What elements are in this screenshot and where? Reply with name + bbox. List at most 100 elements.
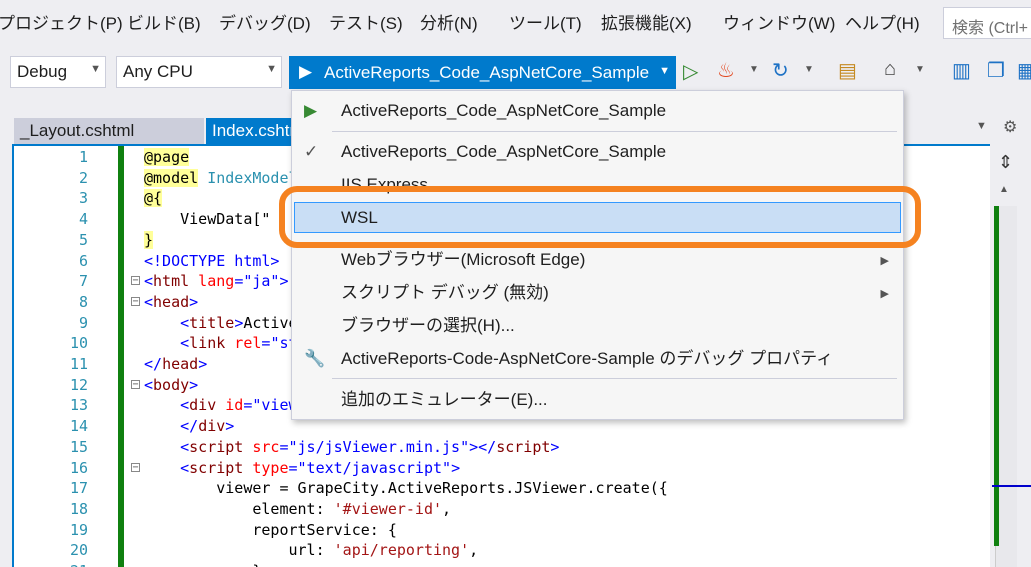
menu-window[interactable]: ウィンドウ(W) [723,13,835,35]
scroll-change-marker [994,206,999,546]
menu-analyze[interactable]: 分析(N) [420,13,478,35]
dropdown-item-debug-properties[interactable]: 🔧 ActiveReports-Code-AspNetCore-Sample の… [292,344,903,374]
hot-reload-icon[interactable]: ♨ [717,58,735,83]
chevron-down-icon: ▼ [90,63,101,75]
dropdown-item-label: ActiveReports-Code-AspNetCore-Sample のデバ… [341,349,834,368]
menu-project[interactable]: プロジェクト(P) [0,13,123,35]
dropdown-item-script-debugging[interactable]: スクリプト デバッグ (無効) ▶ [292,278,903,308]
dropdown-item-browse-with[interactable]: ブラウザーの選択(H)... [292,311,903,341]
menu-tools[interactable]: ツール(T) [509,13,582,35]
fold-toggle-icon[interactable]: − [131,296,140,306]
code-token: element: [144,499,334,518]
line-number: 17 [69,479,88,498]
play-outline-icon[interactable]: ▷ [683,59,698,84]
refresh-icon[interactable]: ↻ [772,58,789,83]
code-token: < [144,458,190,477]
code-token: > [189,375,199,394]
line-number: 9 [78,313,88,332]
code-text: <script src="js/jsViewer.min.js"></scrip… [144,437,559,457]
chevron-down-icon[interactable]: ▼ [804,64,814,75]
code-token: '#viewer-id' [333,499,443,518]
code-text: reportService: { [144,520,397,540]
code-line[interactable]: 16 − <script type="text/javascript"> [14,458,990,478]
dropdown-item-run-project[interactable]: ▶ ActiveReports_Code_AspNetCore_Sample [292,96,903,126]
code-token: } [144,562,261,567]
code-token: < [144,375,154,394]
tab-overflow-icon[interactable]: ▼ [976,120,987,132]
menu-extensions[interactable]: 拡張機能(X) [601,13,692,35]
line-number: 6 [78,251,88,270]
line-number: 14 [69,417,88,436]
fold-toggle-icon[interactable]: − [131,379,140,389]
fold-toggle-icon[interactable]: − [131,276,140,286]
gear-icon[interactable]: ⚙ [1003,117,1017,137]
chevron-down-icon[interactable]: ▼ [749,64,759,75]
editor-vertical-scrollbar[interactable]: ⇕ ▲ [990,144,1031,567]
scroll-caret-marker [992,485,1031,487]
play-icon: ▶ [304,101,318,120]
code-token: "text/javascript" [297,458,452,477]
folder-icon[interactable]: ▤ [838,58,857,83]
configuration-value: Debug [17,62,68,81]
code-line[interactable]: 18 element: '#viewer-id', [14,499,990,519]
start-debugging-button[interactable]: ▶ ActiveReports_Code_AspNetCore_Sample ▼ [289,56,676,89]
tab-index-cshtml[interactable]: Index.cshtml [206,118,296,144]
code-line[interactable]: 17 viewer = GrapeCity.ActiveReports.JSVi… [14,478,990,498]
menu-build[interactable]: ビルド(B) [127,13,201,35]
line-number: 19 [69,520,88,539]
code-token: head [162,355,199,373]
code-token: = [234,272,244,291]
home-icon[interactable]: ⌂ [884,58,896,81]
code-text: </head> [144,354,207,374]
code-line[interactable]: 15 <script src="js/jsViewer.min.js"></sc… [14,437,990,457]
code-text: <!DOCTYPE html> [144,251,279,271]
code-token: } [144,230,154,249]
chevron-down-icon[interactable]: ▼ [915,64,925,75]
dropdown-item-project-profile[interactable]: ✓ ActiveReports_Code_AspNetCore_Sample [292,137,903,167]
line-number: 20 [69,541,88,560]
windows-icon[interactable]: ❐ [987,58,1005,83]
search-input[interactable]: 検索 (Ctrl+ [943,7,1031,39]
code-token: script [496,437,551,456]
code-token: lang [189,272,235,291]
line-number: 12 [69,375,88,394]
chevron-down-icon[interactable]: ▼ [659,65,670,77]
menu-help[interactable]: ヘルプ(H) [845,13,920,35]
code-token: reportService: { [144,520,397,539]
code-token: > [225,417,235,436]
dropdown-item-more-emulators[interactable]: 追加のエミュレーター(E)... [292,385,903,415]
configuration-select[interactable]: Debug ▼ [10,56,106,88]
code-token: < [144,272,154,291]
grid-icon[interactable]: ▦ [1017,58,1031,83]
code-text: @{ [144,188,163,208]
dropdown-item-web-browser[interactable]: Webブラウザー(Microsoft Edge) ▶ [292,245,903,275]
menu-debug[interactable]: デバッグ(D) [219,13,311,35]
code-token: title [189,313,235,332]
dropdown-separator [332,131,897,132]
code-line[interactable]: 21 } [14,561,990,567]
code-token: rel [225,334,262,353]
fold-toggle-icon[interactable]: − [131,462,140,472]
scroll-up-icon[interactable]: ▲ [999,184,1009,195]
run-target-label: ActiveReports_Code_AspNetCore_Sample [324,63,650,82]
code-line[interactable]: 20 url: 'api/reporting', [14,540,990,560]
menu-test[interactable]: テスト(S) [329,13,403,35]
layout-icon[interactable]: ▥ [952,58,971,83]
line-number: 2 [78,168,88,187]
wrench-icon: 🔧 [304,349,326,368]
code-text: element: '#viewer-id', [144,499,451,519]
code-line[interactable]: 19 reportService: { [14,520,990,540]
code-token: < [144,292,154,311]
code-token: "ja" [243,272,280,291]
line-number: 4 [78,210,88,229]
platform-select[interactable]: Any CPU ▼ [116,56,282,88]
tab-layout-cshtml[interactable]: _Layout.cshtml [14,118,204,144]
line-number: 11 [69,355,88,373]
code-token: > [189,292,199,311]
code-token: script [189,458,244,477]
line-number: 8 [78,292,88,311]
code-text: } [144,230,154,250]
split-icon[interactable]: ⇕ [998,152,1013,173]
code-text: </div> [144,416,234,436]
code-token: IndexModel [198,168,298,187]
